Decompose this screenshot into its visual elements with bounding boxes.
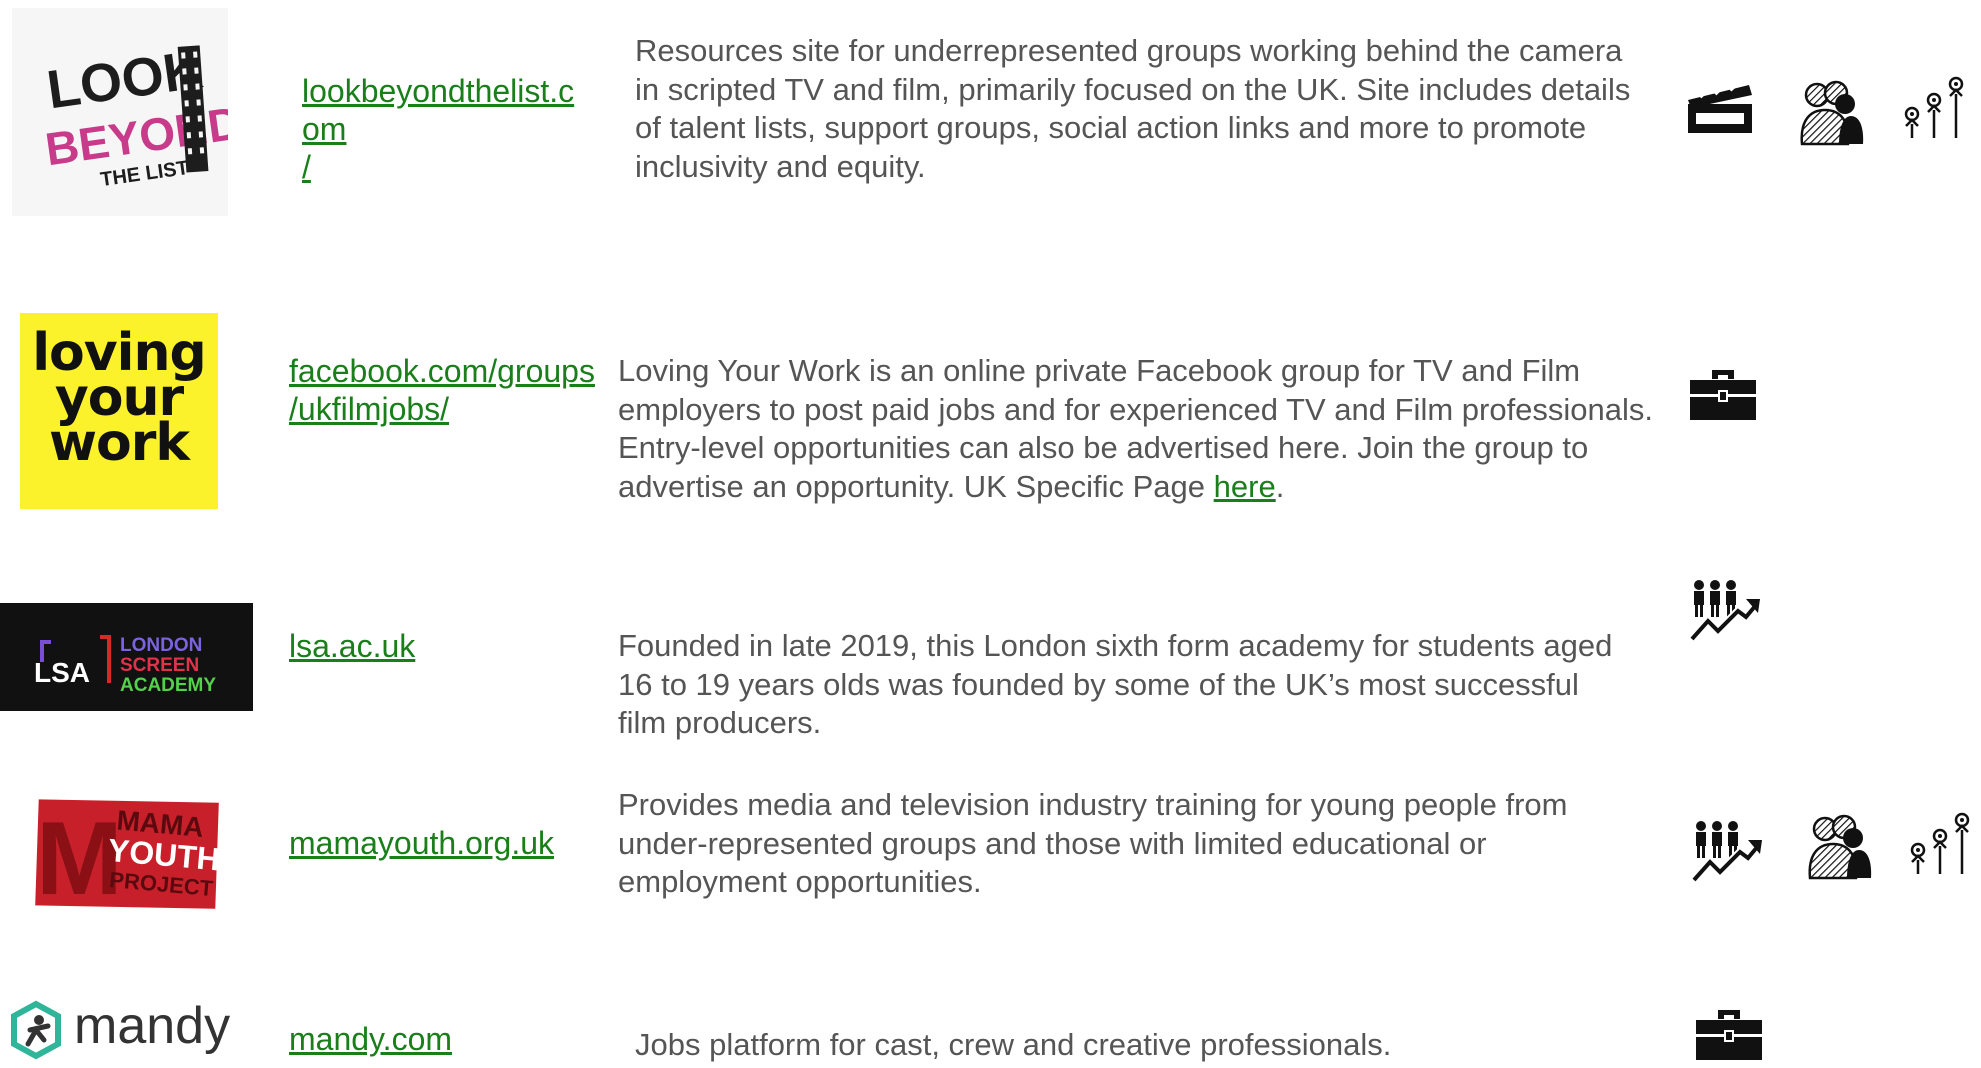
mandy-logo: mandy xyxy=(4,996,244,1062)
logo-text-academy: ACADEMY xyxy=(120,675,217,696)
description-look-beyond: Resources site for underrepresented grou… xyxy=(635,33,1631,184)
description-lsa: Founded in late 2019, this London sixth … xyxy=(618,628,1613,740)
funding-growth-icon xyxy=(1906,810,1976,876)
briefcase-icon xyxy=(1688,366,1758,422)
link-mandy[interactable]: mandy.com xyxy=(289,1020,452,1058)
clapperboard-icon xyxy=(1685,80,1755,136)
loving-your-work-logo: loving your work xyxy=(20,313,218,509)
resource-row-loving-your-work: loving your work facebook.com/groups /uk… xyxy=(0,300,1981,530)
link-facebook-ukfilmjobs[interactable]: facebook.com/groups /ukfilmjobs/ xyxy=(289,352,629,428)
mama-youth-project-logo: M MAMA YOUTH PROJECT xyxy=(28,794,224,914)
description-loving-your-work: Loving Your Work is an online private Fa… xyxy=(618,353,1654,504)
community-group-icon xyxy=(1795,80,1865,146)
resource-row-mama-youth: M MAMA YOUTH PROJECT mamayouth.org.uk Pr… xyxy=(0,770,1981,940)
resource-row-look-beyond: LOOK BEYOND THE LIST lookbeyondthelist.c… xyxy=(0,0,1981,230)
description-mandy: Jobs platform for cast, crew and creativ… xyxy=(635,1027,1392,1062)
resource-row-lsa: LSA LONDON SCREEN ACADEMY lsa.ac.uk Foun… xyxy=(0,575,1981,755)
logo-text-london: LONDON xyxy=(120,635,203,656)
description-mama-youth: Provides media and television industry t… xyxy=(618,787,1568,899)
logo-text-mandy: mandy xyxy=(74,997,231,1055)
logo-text-loving-your-work: loving your work xyxy=(32,323,207,473)
logo-text-screen: SCREEN xyxy=(120,655,200,676)
community-group-icon xyxy=(1803,814,1873,880)
look-beyond-the-list-logo: LOOK BEYOND THE LIST xyxy=(12,8,228,216)
link-lsa[interactable]: lsa.ac.uk xyxy=(289,627,415,665)
funding-growth-icon xyxy=(1900,74,1970,140)
logo-text-lsa: LSA xyxy=(34,657,90,688)
link-mamayouth[interactable]: mamayouth.org.uk xyxy=(289,824,554,862)
london-screen-academy-logo: LSA LONDON SCREEN ACADEMY xyxy=(0,603,253,711)
uk-specific-page-link[interactable]: here xyxy=(1214,469,1276,504)
resource-row-mandy: mandy mandy.com Jobs platform for cast, … xyxy=(0,990,1981,1068)
mandy-mark-icon xyxy=(11,1000,61,1060)
briefcase-icon xyxy=(1694,1006,1764,1062)
link-lookbeyondthelist[interactable]: lookbeyondthelist.c om / xyxy=(302,72,592,186)
training-progress-icon xyxy=(1690,820,1764,886)
training-progress-icon xyxy=(1688,579,1762,645)
